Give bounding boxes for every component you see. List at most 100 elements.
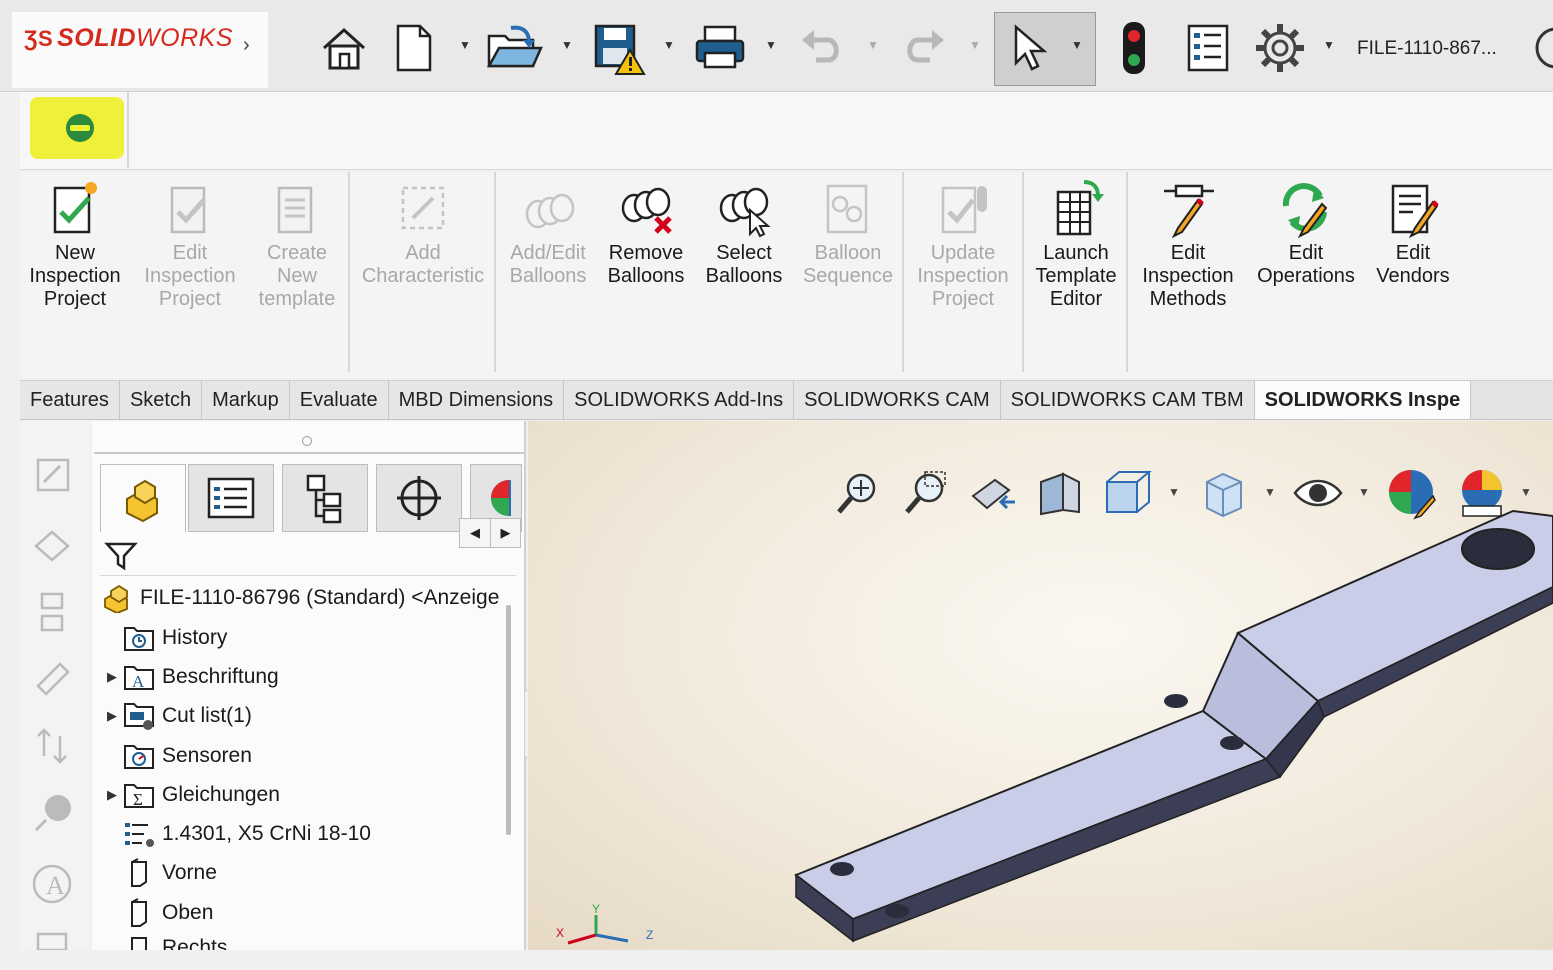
edit-operations-button[interactable]: Edit Operations	[1252, 176, 1360, 288]
tree-item-vorne[interactable]: Vorne	[102, 855, 217, 891]
file-explorer-icon[interactable]	[30, 590, 74, 634]
redo-icon[interactable]	[894, 18, 954, 78]
tab-markup[interactable]: Markup	[202, 381, 290, 419]
part-icon	[100, 583, 136, 613]
move-arrows-icon[interactable]	[30, 724, 74, 768]
remove-balloons-button[interactable]: Remove Balloons	[602, 176, 690, 288]
tree-root-part[interactable]: FILE-1110-86796 (Standard) <Anzeige	[100, 580, 499, 616]
appearances-icon[interactable]	[30, 790, 74, 834]
tab-mbd-dimensions[interactable]: MBD Dimensions	[388, 381, 565, 419]
select-balloons-icon	[714, 176, 774, 240]
select-dropdown-icon[interactable]: ▼	[1070, 38, 1084, 52]
file-properties-icon[interactable]	[1178, 18, 1238, 78]
home-icon[interactable]	[314, 18, 374, 78]
apply-scene-icon[interactable]	[1454, 465, 1510, 521]
update-inspection-project-button[interactable]: Update Inspection Project	[912, 176, 1014, 311]
configuration-manager-tab[interactable]	[282, 464, 368, 532]
ribbon-divider	[1022, 172, 1024, 372]
inspection-addin-button[interactable]	[30, 97, 124, 159]
create-new-template-button[interactable]: Create New template	[252, 176, 342, 311]
save-warning-icon[interactable]	[588, 18, 648, 78]
panel-collapse-handle[interactable]	[302, 436, 312, 446]
tab-evaluate[interactable]: Evaluate	[289, 381, 389, 419]
open-icon[interactable]	[484, 18, 544, 78]
expand-arrow-icon[interactable]: ▶	[102, 669, 122, 685]
solidworks-logo: ƷS SOLIDWORKS	[24, 24, 233, 52]
tab-features[interactable]: Features	[20, 381, 120, 419]
solidworks-forum-icon[interactable]	[30, 926, 74, 970]
select-balloons-button[interactable]: Select Balloons	[700, 176, 788, 288]
zoom-to-fit-icon[interactable]	[830, 465, 886, 521]
design-library-icon[interactable]	[30, 452, 74, 496]
tree-item-material[interactable]: 1.4301, X5 CrNi 18-10	[102, 816, 371, 852]
user-icon[interactable]	[1516, 18, 1553, 78]
undo-dropdown-icon[interactable]: ▼	[866, 38, 880, 52]
coordinate-triad: Y X Z	[556, 902, 653, 945]
tab-solidworks-cam-tbm[interactable]: SOLIDWORKS CAM TBM	[1000, 381, 1255, 419]
tree-item-label: 1.4301, X5 CrNi 18-10	[162, 822, 371, 845]
apply-scene-dropdown-icon[interactable]: ▼	[1520, 485, 1532, 499]
options-gear-icon[interactable]	[1250, 18, 1310, 78]
hide-show-dropdown-icon[interactable]: ▼	[1358, 485, 1370, 499]
print-dropdown-icon[interactable]: ▼	[764, 38, 778, 52]
display-style-dropdown-icon[interactable]: ▼	[1264, 485, 1276, 499]
balloon-sequence-button[interactable]: Balloon Sequence	[800, 176, 896, 288]
tab-sketch[interactable]: Sketch	[119, 381, 203, 419]
add-characteristic-button[interactable]: Add Characteristic	[358, 176, 488, 288]
view-orientation-icon[interactable]	[1100, 465, 1156, 521]
tab-solidworks-inspection[interactable]: SOLIDWORKS Inspe	[1254, 381, 1472, 419]
property-manager-tab[interactable]	[188, 464, 274, 532]
add-edit-balloons-button[interactable]: Add/Edit Balloons	[504, 176, 592, 288]
tab-solidworks-cam[interactable]: SOLIDWORKS CAM	[794, 381, 1001, 419]
view-palette-icon[interactable]	[30, 656, 74, 700]
launch-template-editor-button[interactable]: Launch Template Editor	[1030, 176, 1122, 311]
print-icon[interactable]	[690, 18, 750, 78]
redo-dropdown-icon[interactable]: ▼	[968, 38, 982, 52]
rebuild-traffic-light-icon[interactable]	[1104, 18, 1164, 78]
tree-item-oben[interactable]: Oben	[102, 895, 213, 931]
feature-tree-filter[interactable]	[100, 534, 516, 576]
tree-item-label: Beschriftung	[162, 665, 279, 688]
tree-root-label: FILE-1110-86796 (Standard) <Anzeige	[140, 586, 500, 609]
tree-item-history[interactable]: History	[102, 620, 227, 656]
zoom-to-area-icon[interactable]	[898, 465, 954, 521]
cut-list-icon	[122, 701, 156, 731]
tree-item-rechts[interactable]: Rechts	[102, 934, 227, 950]
part-icon	[126, 479, 158, 522]
edit-appearance-icon[interactable]	[1384, 465, 1440, 521]
options-dropdown-icon[interactable]: ▼	[1322, 38, 1336, 52]
plane-icon	[122, 934, 156, 950]
tree-item-gleichungen[interactable]: ▶ Σ Gleichungen	[102, 777, 280, 813]
menu-expand-arrow-icon[interactable]: ›	[243, 34, 257, 58]
tree-item-cut-list[interactable]: ▶ Cut list(1)	[102, 698, 252, 734]
tab-solidworks-add-ins[interactable]: SOLIDWORKS Add-Ins	[564, 381, 795, 419]
edit-inspection-methods-button[interactable]: Edit Inspection Methods	[1136, 176, 1240, 311]
document-title: FILE-1110-867...	[1357, 38, 1497, 59]
expand-arrow-icon[interactable]: ▶	[102, 787, 122, 803]
addin-toolbar-strip	[20, 92, 1553, 170]
new-inspection-project-button[interactable]: New Inspection Project	[26, 176, 124, 311]
custom-properties-icon[interactable]: A	[30, 862, 74, 906]
view-orientation-dropdown-icon[interactable]: ▼	[1168, 485, 1180, 499]
dimxpert-manager-tab[interactable]	[376, 464, 462, 532]
edit-inspection-project-button[interactable]: Edit Inspection Project	[140, 176, 240, 311]
hide-show-items-icon[interactable]	[1290, 465, 1346, 521]
tree-item-label: Cut list(1)	[162, 704, 252, 727]
select-pointer-icon[interactable]	[998, 18, 1058, 78]
edit-vendors-button[interactable]: Edit Vendors	[1368, 176, 1458, 288]
feature-manager-tab[interactable]	[100, 464, 186, 532]
tree-item-sensoren[interactable]: Sensoren	[102, 738, 252, 774]
expand-arrow-icon[interactable]: ▶	[102, 708, 122, 724]
undo-icon[interactable]	[792, 18, 852, 78]
new-document-icon[interactable]	[384, 18, 444, 78]
open-dropdown-icon[interactable]: ▼	[560, 38, 574, 52]
tree-item-beschriftung[interactable]: ▶ A Beschriftung	[102, 659, 279, 695]
previous-view-icon[interactable]	[964, 465, 1020, 521]
part-library-icon[interactable]	[30, 524, 74, 568]
save-dropdown-icon[interactable]: ▼	[662, 38, 676, 52]
new-dropdown-icon[interactable]: ▼	[458, 38, 472, 52]
display-style-icon[interactable]	[1196, 465, 1252, 521]
tree-item-label: Gleichungen	[162, 783, 280, 806]
section-view-icon[interactable]	[1032, 465, 1088, 521]
tree-scrollbar[interactable]	[506, 605, 511, 835]
